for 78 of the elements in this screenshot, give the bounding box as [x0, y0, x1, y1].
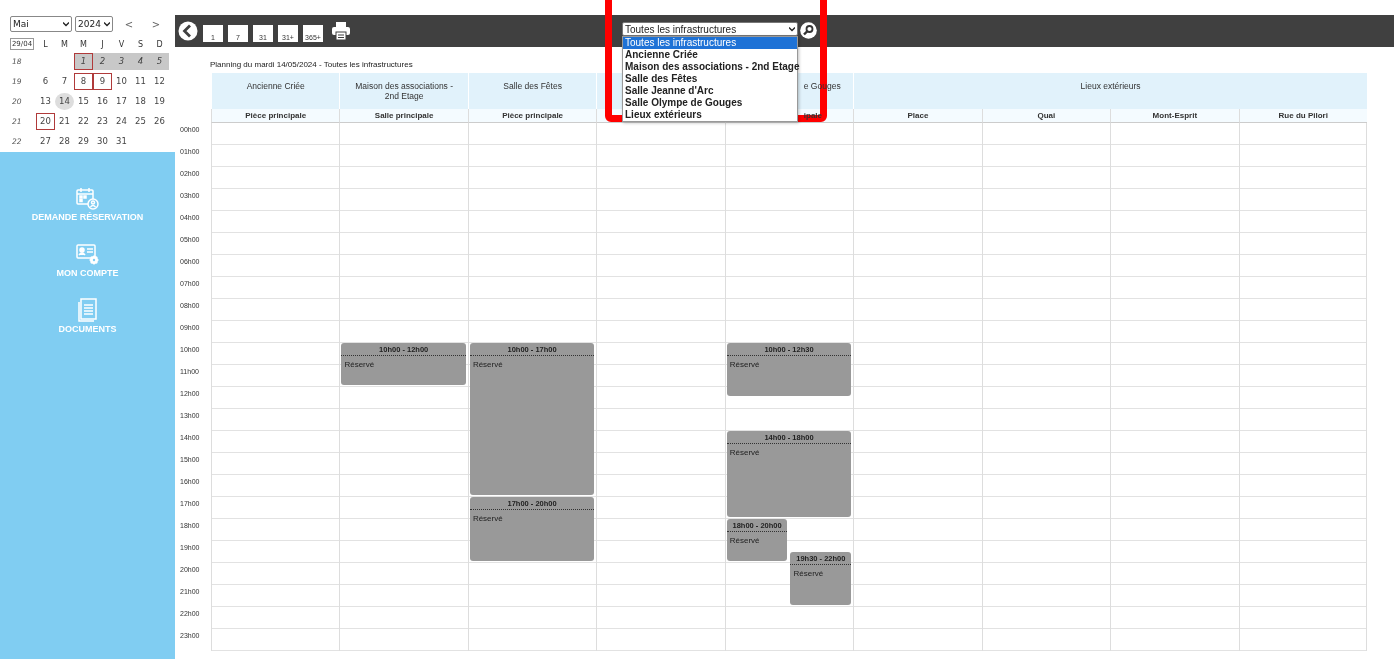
- planning-title: Planning du mardi 14/05/2024 - Toutes les infrastructures: [210, 60, 413, 69]
- calendar-day[interactable]: 7: [55, 73, 74, 90]
- calendar-day[interactable]: 8: [74, 73, 93, 90]
- calendar-day[interactable]: 23: [93, 113, 112, 130]
- next-month-button[interactable]: >: [145, 18, 167, 30]
- dropdown-option[interactable]: Salle Olympe de Gouges: [623, 97, 797, 109]
- room-name: Mont-Esprit: [1152, 111, 1198, 120]
- month-select[interactable]: Mai: [10, 16, 72, 32]
- room-name: Salle principale: [374, 111, 434, 120]
- room-name: Pièce principale: [245, 111, 307, 120]
- weekday-label: L: [42, 39, 49, 49]
- dropdown-option[interactable]: Salle Jeanne d'Arc: [623, 85, 797, 97]
- caret-icon: [104, 21, 110, 27]
- previous-month-button[interactable]: <: [118, 18, 140, 30]
- calendar-day[interactable]: 12: [150, 73, 169, 90]
- dropdown-option[interactable]: Toutes les infrastructures: [623, 37, 797, 49]
- booking-status: Réservé: [471, 359, 504, 371]
- weekday-label: D: [155, 39, 164, 49]
- calendar-day[interactable]: 9: [93, 73, 112, 90]
- venue-name: Ancienne Criée: [246, 81, 305, 91]
- id-card-gear-icon: [75, 242, 100, 266]
- calendar-day[interactable]: 2: [93, 53, 112, 70]
- venue-name: Maison des associations - 2nd Etage: [354, 81, 455, 101]
- venue-name: Lieux extérieurs: [1080, 81, 1141, 91]
- calendar-day[interactable]: 22: [74, 113, 93, 130]
- calendar-day[interactable]: 10: [112, 73, 131, 90]
- calendar-day[interactable]: 26: [150, 113, 169, 130]
- calendar-day[interactable]: 31: [112, 133, 131, 150]
- calendar-day[interactable]: 14: [55, 93, 74, 110]
- weekday-label: J: [100, 39, 105, 49]
- calendar-day[interactable]: 25: [131, 113, 150, 130]
- dropdown-option[interactable]: Ancienne Criée: [623, 49, 797, 61]
- caret-icon: [789, 26, 795, 32]
- infrastructure-select[interactable]: Toutes les infrastructures: [622, 22, 798, 36]
- dropdown-option[interactable]: Lieux extérieurs: [623, 109, 797, 121]
- booking-status: Réservé: [343, 359, 376, 371]
- caret-icon: [63, 21, 69, 27]
- calendar-day[interactable]: 1: [74, 53, 93, 70]
- booking-status: Réservé: [728, 535, 761, 547]
- calendar-day[interactable]: 19: [150, 93, 169, 110]
- calendar-day[interactable]: 17: [112, 93, 131, 110]
- calendar-day[interactable]: 24: [112, 113, 131, 130]
- weekday-label: S: [136, 39, 145, 49]
- weekday-label: M: [60, 39, 69, 49]
- venue-name: Salle des Fêtes: [503, 81, 562, 91]
- calendar-day[interactable]: 3: [112, 53, 131, 70]
- document-icon: [76, 298, 99, 322]
- calendar-day[interactable]: 15: [74, 93, 93, 110]
- room-name: Pièce principale: [502, 111, 564, 120]
- calendar-person-icon: [75, 186, 100, 210]
- calendar-day[interactable]: 28: [55, 133, 74, 150]
- weekday-label: M: [79, 39, 88, 49]
- booking-status: Réservé: [728, 447, 761, 459]
- weekday-label: V: [117, 39, 126, 49]
- booking-status: Réservé: [792, 568, 825, 580]
- calendar-day[interactable]: 5: [150, 53, 169, 70]
- printer-icon[interactable]: [331, 22, 351, 40]
- calendar-day[interactable]: 27: [36, 133, 55, 150]
- calendar-day[interactable]: 13: [36, 93, 55, 110]
- calendar-day[interactable]: 6: [36, 73, 55, 90]
- room-name: Place: [907, 111, 929, 120]
- calendar-day[interactable]: 16: [93, 93, 112, 110]
- dropdown-option[interactable]: Maison des associations - 2nd Etage: [623, 61, 797, 73]
- dropdown-option[interactable]: Salle des Fêtes: [623, 73, 797, 85]
- calendar-day[interactable]: 21: [55, 113, 74, 130]
- calendar-day[interactable]: 11: [131, 73, 150, 90]
- calendar-day[interactable]: 18: [131, 93, 150, 110]
- booking-status: Réservé: [471, 513, 504, 525]
- room-name: Quai: [1037, 111, 1056, 120]
- room-name: Rue du Pilori: [1278, 111, 1328, 120]
- booking-status: Réservé: [728, 359, 761, 371]
- calendar-day[interactable]: 20: [36, 113, 55, 130]
- calendar-day[interactable]: 29: [74, 133, 93, 150]
- calendar-day[interactable]: 30: [93, 133, 112, 150]
- back-icon[interactable]: [178, 21, 198, 41]
- calendar-day[interactable]: 4: [131, 53, 150, 70]
- search-icon[interactable]: [800, 22, 817, 39]
- year-select[interactable]: 2024: [75, 16, 113, 32]
